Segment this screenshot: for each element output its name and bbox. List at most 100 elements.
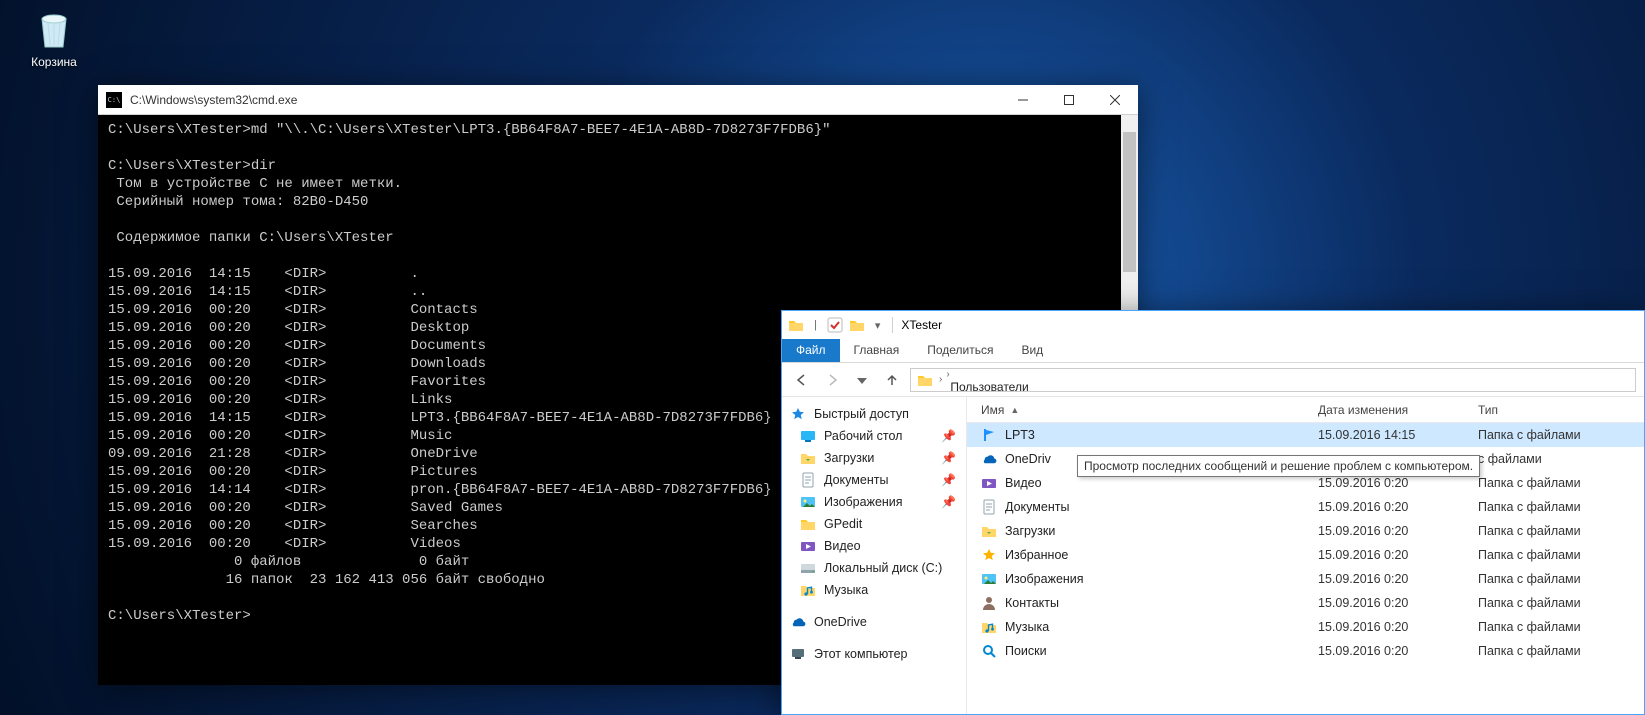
sidebar-item[interactable]: Изображения📌: [782, 491, 966, 513]
folder-icon: [788, 317, 804, 333]
file-row[interactable]: Документы15.09.2016 0:20Папка с файлами: [967, 495, 1644, 519]
file-date: 15.09.2016 0:20: [1304, 644, 1464, 658]
pc-icon: [790, 646, 806, 662]
sidebar-item[interactable]: Документы📌: [782, 469, 966, 491]
breadcrumb[interactable]: › Этот компьютер›Локальный диск (C:)›Пол…: [910, 368, 1636, 392]
close-button[interactable]: [1092, 85, 1138, 115]
file-name: Загрузки: [1005, 524, 1055, 538]
cmd-titlebar[interactable]: C:\Windows\system32\cmd.exe: [98, 85, 1138, 115]
file-name: OneDriv: [1005, 452, 1051, 466]
file-type: Папка с файлами: [1464, 524, 1644, 538]
desktop-icon-recycle-bin[interactable]: Корзина: [18, 5, 90, 69]
cmd-title: C:\Windows\system32\cmd.exe: [130, 93, 297, 107]
qat-folder-icon[interactable]: [849, 317, 865, 333]
sidebar-item[interactable]: Музыка: [782, 579, 966, 601]
file-type: Папка с файлами: [1464, 548, 1644, 562]
disk-icon: [800, 560, 816, 576]
file-type: Папка с файлами: [1464, 500, 1644, 514]
tab-file[interactable]: Файл: [782, 339, 840, 362]
file-date: 15.09.2016 0:20: [1304, 524, 1464, 538]
sort-asc-icon: ▲: [1010, 405, 1019, 415]
file-date: 15.09.2016 14:15: [1304, 428, 1464, 442]
music-icon: [981, 619, 997, 635]
sidebar-item[interactable]: GPedit: [782, 513, 966, 535]
file-date: 15.09.2016 0:20: [1304, 476, 1464, 490]
music-icon: [800, 582, 816, 598]
file-row[interactable]: Поиски 15.09.2016 0:20Папка с файлами: [967, 639, 1644, 663]
pictures-icon: [800, 494, 816, 510]
file-row[interactable]: Музыка 15.09.2016 0:20Папка с файлами: [967, 615, 1644, 639]
nav-up-button[interactable]: [880, 368, 904, 392]
chevron-right-icon[interactable]: ›: [937, 374, 944, 385]
minimize-button[interactable]: [1000, 85, 1046, 115]
tab-share[interactable]: Поделиться: [913, 339, 1007, 362]
column-date[interactable]: Дата изменения: [1304, 403, 1464, 417]
sidebar-item[interactable]: Загрузки📌: [782, 447, 966, 469]
file-type: с файлами: [1464, 452, 1644, 466]
onedrive-icon: [981, 451, 997, 467]
downloads-icon: [800, 450, 816, 466]
file-row[interactable]: Загрузки 15.09.2016 0:20Папка с файлами: [967, 519, 1644, 543]
favorites-icon: [981, 547, 997, 563]
file-name: Видео: [1005, 476, 1042, 490]
qat-dropdown-icon[interactable]: ▾: [871, 319, 885, 332]
contacts-icon: [981, 595, 997, 611]
explorer-title: XTester: [901, 318, 942, 332]
file-name: Изображения: [1005, 572, 1084, 586]
maximize-button[interactable]: [1046, 85, 1092, 115]
ribbon-tabs: Файл Главная Поделиться Вид: [782, 339, 1644, 363]
tab-home[interactable]: Главная: [840, 339, 914, 362]
chevron-right-icon[interactable]: ›: [944, 369, 951, 380]
nav-forward-button[interactable]: [820, 368, 844, 392]
scroll-thumb[interactable]: [1123, 132, 1136, 272]
column-type[interactable]: Тип: [1464, 403, 1644, 417]
file-date: 15.09.2016 0:20: [1304, 596, 1464, 610]
sidebar-item[interactable]: Локальный диск (C:): [782, 557, 966, 579]
nav-back-button[interactable]: [790, 368, 814, 392]
folder-icon: [800, 516, 816, 532]
file-name: Поиски: [1005, 644, 1047, 658]
video-icon: [981, 475, 997, 491]
documents-icon: [800, 472, 816, 488]
file-row[interactable]: LPT315.09.2016 14:15Папка с файлами: [967, 423, 1644, 447]
star-icon: [790, 406, 806, 422]
file-name: LPT3: [1005, 428, 1035, 442]
recycle-bin-icon: [30, 5, 78, 53]
properties-icon[interactable]: [827, 317, 843, 333]
sidebar-onedrive[interactable]: OneDrive: [782, 611, 966, 633]
explorer-titlebar[interactable]: | ▾ XTester: [782, 311, 1644, 339]
desktop-icon: [800, 428, 816, 444]
onedrive-icon: [790, 614, 806, 630]
pin-icon: 📌: [941, 429, 956, 443]
file-date: 15.09.2016 0:20: [1304, 548, 1464, 562]
file-type: Папка с файлами: [1464, 620, 1644, 634]
pin-icon: 📌: [941, 473, 956, 487]
documents-icon: [981, 499, 997, 515]
tab-view[interactable]: Вид: [1007, 339, 1057, 362]
sidebar-this-pc[interactable]: Этот компьютер: [782, 643, 966, 665]
file-name: Музыка: [1005, 620, 1049, 634]
explorer-navbar: › Этот компьютер›Локальный диск (C:)›Пол…: [782, 363, 1644, 397]
sidebar-item[interactable]: Рабочий стол📌: [782, 425, 966, 447]
pin-icon: 📌: [941, 495, 956, 509]
column-name[interactable]: Имя▲: [967, 403, 1304, 417]
breadcrumb-item[interactable]: Пользователи: [944, 380, 1070, 392]
search-icon: [981, 643, 997, 659]
nav-recent-button[interactable]: [850, 368, 874, 392]
explorer-sidebar: Быстрый доступ Рабочий стол📌Загрузки📌Док…: [782, 397, 967, 714]
file-date: 15.09.2016 0:20: [1304, 620, 1464, 634]
file-row[interactable]: Изображения15.09.2016 0:20Папка с файлам…: [967, 567, 1644, 591]
qat-separator: |: [810, 319, 821, 331]
explorer-window: | ▾ XTester Файл Главная Поделиться Вид …: [781, 310, 1645, 715]
flag-icon: [981, 427, 997, 443]
pictures-icon: [981, 571, 997, 587]
file-row[interactable]: Избранное 15.09.2016 0:20Папка с файлами: [967, 543, 1644, 567]
sidebar-item[interactable]: Видео: [782, 535, 966, 557]
desktop-icon-label: Корзина: [31, 55, 77, 69]
file-name: Избранное: [1005, 548, 1068, 562]
sidebar-quick-access[interactable]: Быстрый доступ: [782, 403, 966, 425]
file-row[interactable]: Контакты15.09.2016 0:20Папка с файлами: [967, 591, 1644, 615]
column-headers: Имя▲ Дата изменения Тип: [967, 397, 1644, 423]
file-type: Папка с файлами: [1464, 644, 1644, 658]
file-date: 15.09.2016 0:20: [1304, 500, 1464, 514]
